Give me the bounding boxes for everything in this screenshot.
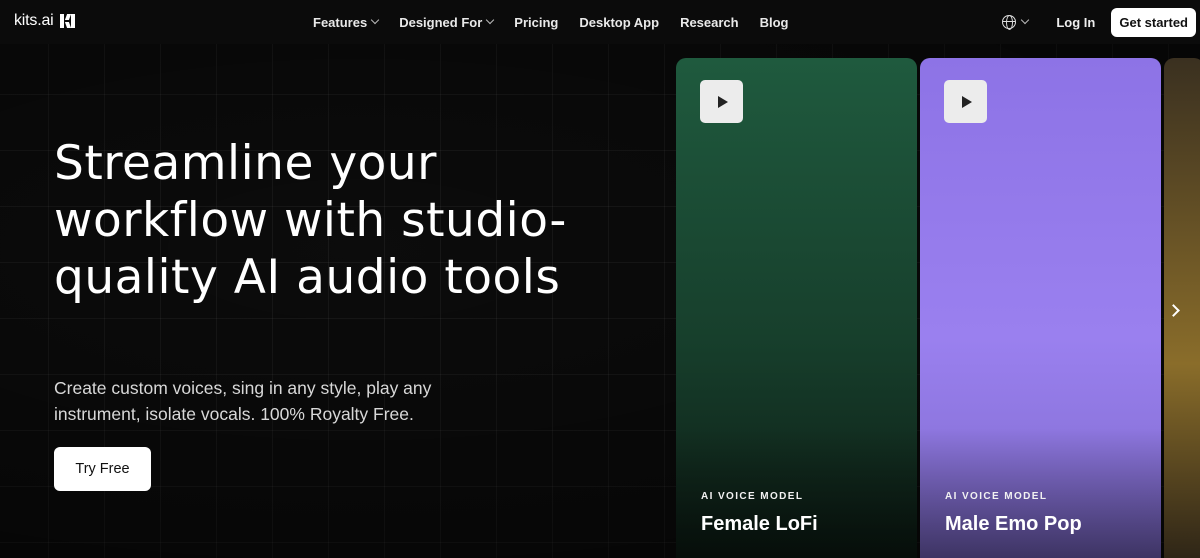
nav-desktop-app-label: Desktop App [579,14,660,30]
nav-blog[interactable]: Blog [760,15,789,30]
nav-pricing-label: Pricing [514,14,559,30]
nav-research-label: Research [680,14,739,30]
try-free-button[interactable]: Try Free [54,447,151,491]
globe-icon [1002,15,1017,30]
card-kicker: AI VOICE MODEL [701,491,804,502]
brand-name: kits.ai [14,12,54,29]
nav-pricing[interactable]: Pricing [514,15,558,30]
chevron-down-icon [370,15,380,25]
nav-actions: Log In Get started [1002,0,1200,44]
nav-blog-label: Blog [759,14,789,30]
chevron-down-icon [1021,15,1030,25]
nav-designed-for-label: Designed For [399,14,483,30]
card-title: Male Emo Pop [945,513,1082,535]
language-selector[interactable] [1002,15,1030,30]
nav-features-label: Features [313,14,368,30]
nav-designed-for[interactable]: Designed For [399,14,495,30]
hero-title: Streamline your workflow with studio-qua… [54,136,567,305]
brand-logo[interactable]: kits.ai [14,12,75,30]
nav-features[interactable]: Features [313,14,380,30]
carousel-next-button[interactable] [1163,296,1187,324]
primary-nav: Features Designed For Pricing Desktop Ap… [313,0,789,44]
nav-research[interactable]: Research [680,15,739,30]
login-link[interactable]: Log In [1056,15,1095,30]
play-icon [718,95,728,108]
nav-desktop-app[interactable]: Desktop App [579,15,659,30]
get-started-button[interactable]: Get started [1111,7,1196,37]
voice-model-card-female-lofi[interactable]: AI VOICE MODEL Female LoFi [676,58,917,558]
brand-mark-icon [59,14,75,28]
hero-subtitle: Create custom voices, sing in any style,… [54,378,432,424]
voice-model-card-male-emo-pop[interactable]: AI VOICE MODEL Male Emo Pop [920,58,1161,558]
chevron-down-icon [486,15,495,25]
play-button[interactable] [944,80,987,123]
card-kicker: AI VOICE MODEL [945,491,1048,502]
top-nav: kits.ai Features Designed For Pricing De… [0,0,1200,44]
play-button[interactable] [700,80,743,123]
play-icon [962,95,972,108]
chevron-right-icon [1166,303,1180,317]
card-title: Female LoFi [701,513,818,535]
